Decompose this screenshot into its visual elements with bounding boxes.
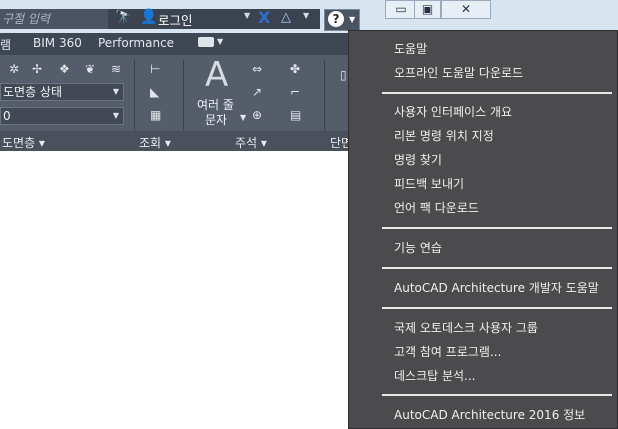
area-icon[interactable]: ◣ [150,85,159,99]
chevron-down-icon[interactable]: ▼ [217,37,223,46]
layer-value: 0 [3,109,11,123]
table-icon[interactable]: ▤ [290,108,301,122]
menu-separator [382,307,612,309]
restore-button[interactable]: ▣ [414,0,441,19]
multileader-icon[interactable]: ✤ [290,62,300,76]
menu-item-developer-help[interactable]: AutoCAD Architecture 개발자 도움말 [394,279,599,296]
leader-icon[interactable]: ↗ [252,85,262,99]
menu-item-offline-help[interactable]: 오프라인 도움말 다운로드 [394,64,523,81]
menu-item-help[interactable]: 도움말 [394,40,427,57]
multiline-text-label[interactable]: 문자 [205,111,227,128]
chevron-down-icon: ▼ [112,87,119,96]
tab-bim360[interactable]: BIM 360 [33,36,82,50]
close-button[interactable]: ✕ [441,0,491,19]
leader-line-icon[interactable]: ⌐ [290,85,300,99]
layer-icon[interactable]: ≋ [111,62,121,76]
menu-item-ribbon-locate[interactable]: 리본 명령 위치 지정 [394,127,494,144]
search-input[interactable]: 구절 입력 [0,9,108,29]
panel-title-bar [0,131,360,151]
calculator-icon[interactable]: ▦ [150,108,161,122]
tab-performance[interactable]: Performance [98,36,174,50]
layer-state-value: 도면층 상태 [3,85,63,99]
menu-item-language-pack[interactable]: 언어 팩 다운로드 [394,199,479,216]
dimension-icon[interactable]: ⇔ [252,62,262,76]
centermark-icon[interactable]: ⊕ [252,108,262,122]
menu-separator [382,267,612,269]
login-button[interactable]: 로그인 [158,10,193,29]
menu-item-feedback[interactable]: 피드백 보내기 [394,175,464,192]
menu-item-find-command[interactable]: 명령 찾기 [394,151,442,168]
section-icon[interactable]: ▯ [340,68,347,82]
layer-icon[interactable]: ❖ [59,62,70,76]
menu-item-about[interactable]: AutoCAD Architecture 2016 정보 [394,406,585,423]
help-button[interactable]: ? ▼ [324,9,360,31]
menu-item-tutorials[interactable]: 기능 연습 [394,239,442,256]
chevron-down-icon[interactable]: ▼ [244,11,250,20]
chevron-down-icon[interactable]: ▼ [303,11,309,20]
menu-item-user-group[interactable]: 국제 오토데스크 사용자 그룹 [394,319,538,336]
menu-separator [382,92,612,94]
menu-separator [382,394,612,396]
binoculars-icon[interactable]: 🔭 [115,10,131,25]
minimize-button[interactable]: ▭ [385,0,417,19]
tab-partial[interactable]: 램 [0,36,11,53]
layer-icon[interactable]: ❦ [85,62,95,76]
a360-icon[interactable]: △ [281,10,291,25]
layer-select[interactable]: 0 ▼ [0,107,124,125]
layer-icon[interactable]: ✲ [9,62,19,76]
window-controls: ▭ ▣ ✕ [385,0,493,20]
help-menu: 도움말 오프라인 도움말 다운로드 사용자 인터페이스 개요 리본 명령 위치 … [348,30,618,429]
panel-title-inquiry[interactable]: 조회 ▾ [139,134,171,151]
ribbon-toggle-icon[interactable] [198,37,214,47]
exchange-x-icon[interactable]: X [258,8,270,27]
help-dropdown-icon[interactable]: ▼ [349,15,355,24]
panel-title-layer[interactable]: 도면층 ▾ [2,134,45,151]
layer-icon[interactable]: ✢ [32,62,42,76]
measure-icon[interactable]: ⊢ [150,62,160,76]
menu-item-ui-overview[interactable]: 사용자 인터페이스 개요 [394,103,512,120]
menu-item-customer-program[interactable]: 고객 참여 프로그램... [394,343,501,360]
layer-state-select[interactable]: 도면층 상태 ▼ [0,83,124,101]
menu-separator [382,227,612,229]
chevron-down-icon[interactable]: ▼ [240,113,246,122]
help-icon[interactable]: ? [328,11,344,27]
user-icon[interactable]: 👤 [140,9,157,25]
menu-item-desktop-analytics[interactable]: 데스크탑 분석... [394,367,476,384]
chevron-down-icon: ▼ [112,111,119,120]
multiline-text-icon[interactable]: A [205,55,228,95]
panel-title-annotation[interactable]: 주석 ▾ [235,134,267,151]
